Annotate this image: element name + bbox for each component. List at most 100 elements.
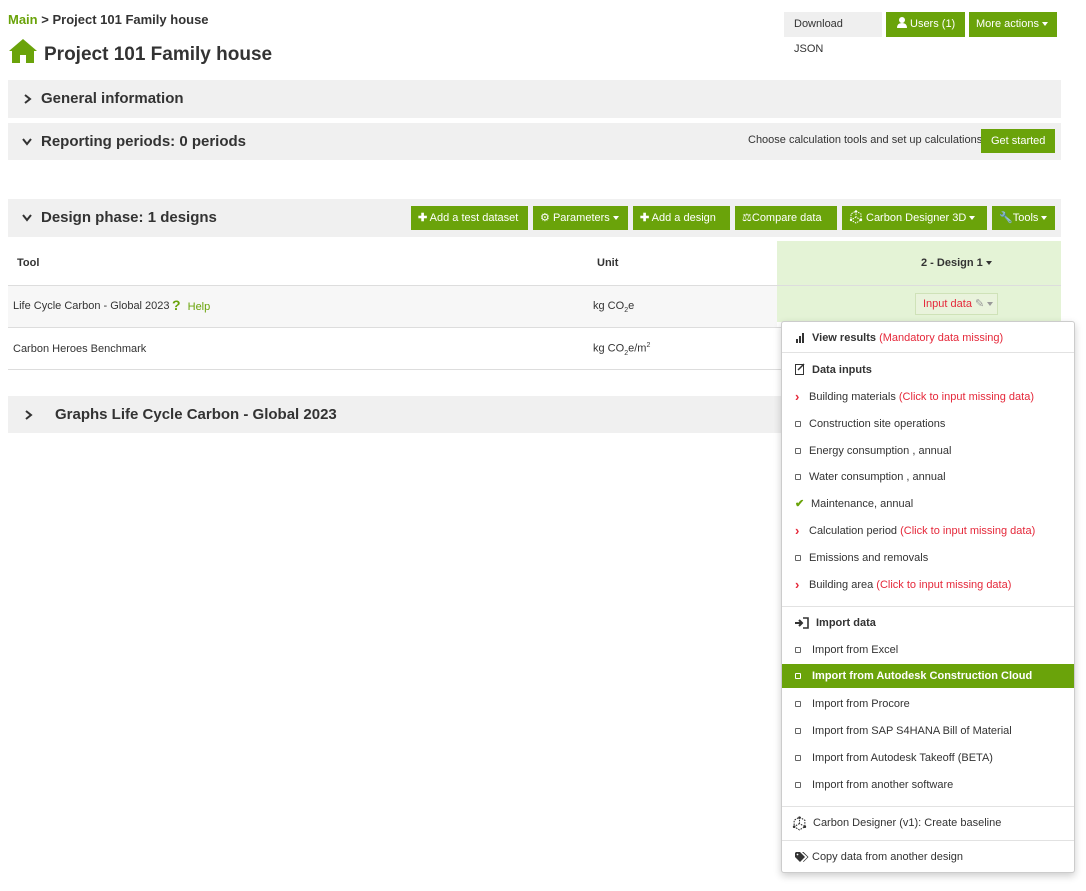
unit-text: kg CO <box>593 300 625 312</box>
tags-icon <box>795 852 809 862</box>
caret-down-icon <box>612 216 619 221</box>
design-column-header[interactable]: 2 - Design 1 <box>921 257 992 269</box>
menu-item-building-area[interactable]: › Building area (Click to input missing … <box>782 572 1074 598</box>
bar-chart-icon <box>796 333 804 343</box>
general-information-panel[interactable]: General information <box>8 80 1061 118</box>
input-data-label: Input data <box>923 298 972 310</box>
add-test-dataset-label: Add a test dataset <box>429 212 519 224</box>
unit-sup: 2 <box>646 342 651 349</box>
view-results-item[interactable]: View results (Mandatory data missing) <box>782 325 1074 351</box>
get-started-button[interactable]: Get started <box>981 129 1055 153</box>
unit-benchmark: kg CO2e/m2 <box>593 342 650 357</box>
users-button[interactable]: Users (1) <box>886 12 965 37</box>
add-test-dataset-button[interactable]: ✚ Add a test dataset <box>411 206 528 230</box>
chevron-down-icon <box>22 138 32 146</box>
chevron-right-icon: › <box>795 523 800 538</box>
add-design-button[interactable]: ✚ Add a design <box>633 206 730 230</box>
chevron-right-icon: › <box>795 389 800 404</box>
compare-data-label: Compare data <box>751 212 822 224</box>
bullet-icon <box>795 411 801 437</box>
chevron-right-icon <box>25 410 33 420</box>
input-data-dropdown-menu: View results (Mandatory data missing) Da… <box>781 321 1075 873</box>
menu-divider <box>782 352 1074 353</box>
menu-item-label: Import from Autodesk Takeoff (BETA) <box>812 752 993 764</box>
users-label: Users (1) <box>910 18 956 30</box>
carbon-designer-3d-button[interactable]: Carbon Designer 3D <box>842 206 987 230</box>
carbon-designer-baseline-item[interactable]: Carbon Designer (v1): Create baseline <box>782 810 1074 836</box>
design-phase-title: Design phase: 1 designs <box>41 209 217 226</box>
table-header-tool: Tool <box>17 257 40 269</box>
more-actions-button[interactable]: More actions <box>969 12 1057 37</box>
menu-item-label: Emissions and removals <box>809 552 929 564</box>
reporting-periods-panel[interactable]: Reporting periods: 0 periods Choose calc… <box>8 123 1061 160</box>
import-data-label: Import data <box>816 617 876 629</box>
menu-item-label: Import from SAP S4HANA Bill of Material <box>812 725 1012 737</box>
menu-item-label: Calculation period <box>809 525 898 537</box>
home-icon <box>9 39 37 63</box>
balance-scale-icon: ⚖ <box>742 212 752 224</box>
menu-divider <box>782 840 1074 841</box>
unit-suffix: e/m <box>628 342 647 355</box>
menu-item-emissions-removals[interactable]: Emissions and removals <box>782 545 1074 571</box>
tools-button[interactable]: 🔧Tools <box>992 206 1055 230</box>
missing-note: (Click to input missing data) <box>898 391 1034 403</box>
menu-divider <box>782 606 1074 607</box>
compare-data-button[interactable]: ⚖Compare data <box>735 206 837 230</box>
cube-network-icon <box>792 816 807 831</box>
menu-item-label: Construction site operations <box>809 418 946 430</box>
wrench-icon: 🔧 <box>999 212 1013 224</box>
breadcrumb-main-link[interactable]: Main <box>8 12 38 27</box>
import-excel-item[interactable]: Import from Excel <box>782 637 1074 663</box>
menu-item-label: Building area <box>809 579 874 591</box>
parameters-button[interactable]: ⚙ Parameters <box>533 206 628 230</box>
view-results-label: View results <box>812 332 876 344</box>
menu-item-energy-consumption[interactable]: Energy consumption , annual <box>782 438 1074 464</box>
caret-down-icon <box>1041 216 1048 221</box>
import-procore-item[interactable]: Import from Procore <box>782 691 1074 717</box>
menu-item-label: Import from Procore <box>812 698 910 710</box>
plus-icon: ✚ <box>418 212 428 224</box>
menu-item-label: Import from Excel <box>812 644 899 656</box>
caret-down-icon <box>1041 22 1048 27</box>
import-autodesk-construction-cloud-item[interactable]: Import from Autodesk Construction Cloud <box>782 664 1074 688</box>
import-another-software-item[interactable]: Import from another software <box>782 772 1074 798</box>
design-column-label: 2 - Design 1 <box>921 257 983 269</box>
menu-item-maintenance[interactable]: ✔ Maintenance, annual <box>782 491 1074 517</box>
data-inputs-label: Data inputs <box>812 364 872 376</box>
caret-down-icon <box>969 216 976 221</box>
chevron-right-icon <box>24 94 32 104</box>
plus-icon: ✚ <box>640 212 650 224</box>
download-json-button[interactable]: Download JSON <box>784 12 882 55</box>
tool-name-lcc: Life Cycle Carbon - Global 2023 <box>13 300 170 312</box>
menu-item-label: Maintenance, annual <box>811 498 914 510</box>
view-results-note: (Mandatory data missing) <box>879 332 1004 344</box>
menu-item-water-consumption[interactable]: Water consumption , annual <box>782 464 1074 490</box>
menu-item-building-materials[interactable]: › Building materials (Click to input mis… <box>782 384 1074 410</box>
input-data-button[interactable]: Input data ✎ <box>915 293 998 315</box>
help-label: Help <box>187 301 211 313</box>
more-actions-label: More actions <box>976 18 1039 30</box>
data-inputs-header: Data inputs <box>782 357 1074 383</box>
menu-divider <box>782 806 1074 807</box>
unit-text: kg CO <box>593 342 625 355</box>
tool-name-benchmark: Carbon Heroes Benchmark <box>13 343 147 355</box>
menu-item-label: Copy data from another design <box>812 851 964 863</box>
question-icon: ? <box>172 297 181 313</box>
add-design-label: Add a design <box>651 212 716 224</box>
help-link[interactable]: ? Help <box>172 297 210 313</box>
menu-item-label: Energy consumption , annual <box>809 445 952 457</box>
tools-label: Tools <box>1012 212 1039 224</box>
reporting-periods-title: Reporting periods: 0 periods <box>41 133 247 150</box>
menu-item-calculation-period[interactable]: › Calculation period (Click to input mis… <box>782 518 1074 544</box>
import-autodesk-takeoff-item[interactable]: Import from Autodesk Takeoff (BETA) <box>782 745 1074 771</box>
bullet-icon <box>795 637 801 663</box>
copy-data-item[interactable]: Copy data from another design <box>782 844 1074 870</box>
unit-lcc: kg CO2e <box>593 300 634 314</box>
cube-network-icon <box>849 210 863 224</box>
menu-item-label: Water consumption , annual <box>809 471 946 483</box>
bullet-icon <box>795 691 801 717</box>
checkmark-icon: ✔ <box>795 498 805 510</box>
bullet-icon <box>795 438 801 464</box>
import-sap-item[interactable]: Import from SAP S4HANA Bill of Material <box>782 718 1074 744</box>
menu-item-construction-site[interactable]: Construction site operations <box>782 411 1074 437</box>
